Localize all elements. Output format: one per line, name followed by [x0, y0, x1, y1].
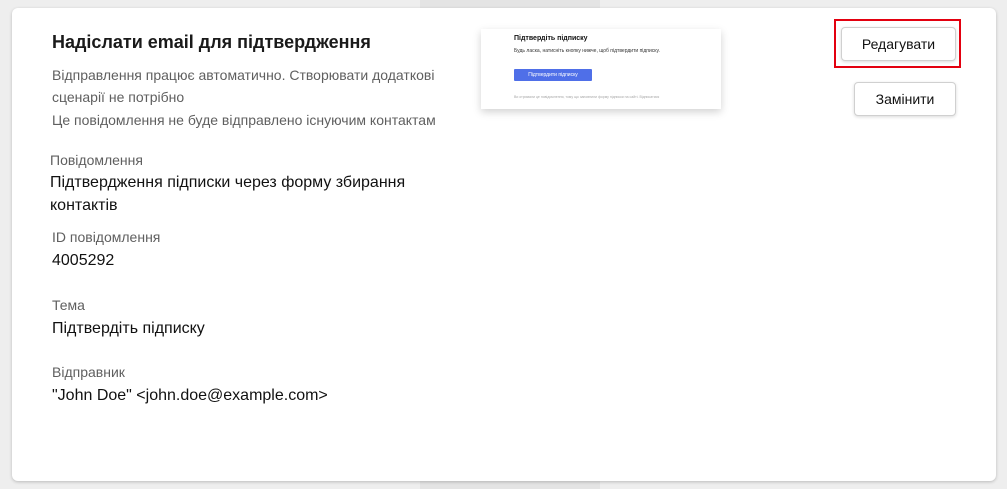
message-id-label: ID повідомлення — [52, 229, 161, 245]
email-preview-thumbnail[interactable]: Підтвердіть підписку Будь ласка, натисні… — [481, 29, 721, 109]
preview-text: Будь ласка, натисніть кнопку нижче, щоб … — [514, 48, 660, 54]
sender-label: Відправник — [52, 364, 125, 380]
replace-button[interactable]: Замінити — [854, 82, 956, 116]
message-value: Підтвердження підписки через форму збира… — [50, 174, 406, 214]
message-id-value: 4005292 — [52, 252, 115, 269]
preview-confirm-button: Підтвердити підписку — [514, 69, 592, 81]
info-existing-contacts: Це повідомлення не буде відправлено існу… — [52, 112, 436, 128]
preview-title: Підтвердіть підписку — [514, 35, 588, 42]
preview-footer: Ви отримали це повідомлення, тому що зап… — [514, 95, 660, 99]
info-auto-sending: Відправлення працює автоматично. Створюв… — [52, 67, 435, 105]
edit-button[interactable]: Редагувати — [841, 27, 956, 61]
card-title: Надіслати email для підтвердження — [52, 32, 371, 52]
sender-value: "John Doe" <john.doe@example.com> — [52, 387, 328, 404]
confirmation-email-card: Надіслати email для підтвердження Відпра… — [12, 8, 996, 481]
subject-label: Тема — [52, 297, 85, 313]
subject-value: Підтвердіть підписку — [52, 320, 205, 337]
message-label: Повідомлення — [50, 152, 143, 168]
